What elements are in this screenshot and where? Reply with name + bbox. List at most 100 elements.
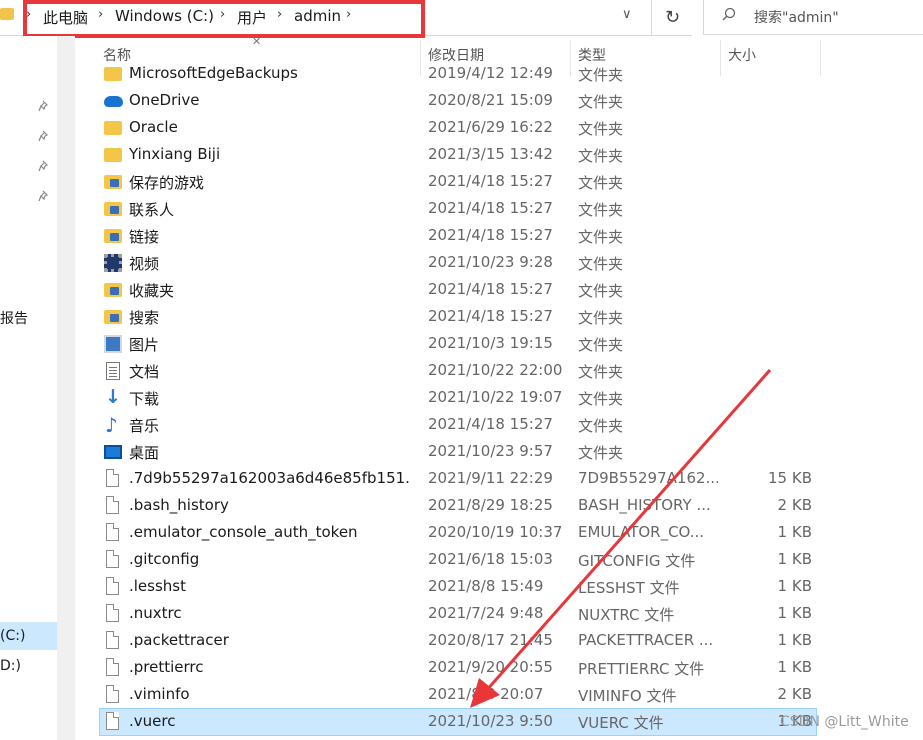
file-row[interactable]: 音乐 2021/4/18 15:27 文件夹: [100, 412, 816, 438]
file-row[interactable]: 保存的游戏 2021/4/18 15:27 文件夹: [100, 169, 816, 195]
file-date: 2021/10/22 22:00: [428, 361, 563, 379]
chevron-right-icon[interactable]: ›: [26, 7, 31, 22]
pin-icon: [38, 130, 50, 145]
close-icon[interactable]: ✕: [252, 35, 261, 48]
chevron-right-icon[interactable]: ›: [220, 7, 225, 22]
breadcrumb-admin[interactable]: admin: [294, 7, 341, 25]
chevron-right-icon[interactable]: ›: [277, 7, 282, 22]
file-type: 文件夹: [578, 147, 624, 165]
file-name: 联系人: [129, 201, 175, 219]
file-date: 2021/4/18 15:27: [428, 280, 553, 298]
file-name: MicrosoftEdgeBackups: [129, 64, 298, 82]
pin-icon: [38, 190, 50, 205]
chevron-right-icon[interactable]: ›: [98, 7, 103, 22]
file-row[interactable]: Oracle 2021/6/29 16:22 文件夹: [100, 115, 816, 141]
file-name: .emulator_console_auth_token: [129, 523, 358, 541]
file-type: 文件夹: [578, 228, 624, 246]
file-size: 1 KB: [777, 631, 812, 649]
favorites-icon: [104, 283, 122, 297]
file-date: 2021/10/23 9:57: [428, 442, 553, 460]
breadcrumb-drive-c[interactable]: Windows (C:): [115, 7, 214, 25]
file-name: 音乐: [129, 417, 160, 435]
file-name: .lesshst: [129, 577, 186, 595]
file-row[interactable]: MicrosoftEdgeBackups 2019/4/12 12:49 文件夹: [100, 61, 816, 87]
file-type: 文件夹: [578, 417, 624, 435]
file-row[interactable]: .packettracer 2020/8/17 21:45 PACKETTRACER…: [100, 628, 816, 654]
file-icon: [106, 685, 119, 703]
file-type: LESSHST 文件: [578, 579, 680, 597]
list-scrollbar[interactable]: [905, 36, 923, 740]
file-date: 2021/4/18 15:27: [428, 307, 553, 325]
history-dropdown-icon[interactable]: ∨: [622, 7, 632, 22]
file-name: .gitconfig: [129, 550, 200, 568]
file-name: .prettierrc: [129, 658, 204, 676]
pin-icon: [38, 160, 50, 175]
file-date: 2021/10/23 9:50: [428, 712, 553, 730]
file-row[interactable]: Yinxiang Biji 2021/3/15 13:42 文件夹: [100, 142, 816, 168]
file-row[interactable]: .nuxtrc 2021/7/24 9:48 NUXTRC 文件 1 KB: [100, 601, 816, 627]
pin-icon: [38, 100, 50, 115]
file-row[interactable]: .emulator_console_auth_token 2020/10/19 1…: [100, 520, 816, 546]
file-type: NUXTRC 文件: [578, 606, 675, 624]
file-row[interactable]: 文档 2021/10/22 22:00 文件夹: [100, 358, 816, 384]
file-type: 文件夹: [578, 282, 624, 300]
nav-item-drive-c[interactable]: (C:): [0, 628, 25, 644]
file-name: .7d9b55297a162003a6d46e85fb151...: [129, 469, 409, 487]
file-size: 2 KB: [777, 496, 812, 514]
file-row[interactable]: .viminfo 2021/8/8 20:07 VIMINFO 文件 2 KB: [100, 682, 816, 708]
file-date: 2021/6/18 15:03: [428, 550, 553, 568]
nav-item-drive-d[interactable]: D:): [0, 658, 21, 674]
file-date: 2021/9/20 20:55: [428, 658, 553, 676]
file-name: 桌面: [129, 444, 160, 462]
file-type: 文件夹: [578, 255, 624, 273]
file-type: VUERC 文件: [578, 714, 664, 732]
file-date: 2020/8/21 15:09: [428, 91, 553, 109]
file-row[interactable]: OneDrive 2020/8/21 15:09 文件夹: [100, 88, 816, 114]
file-type: GITCONFIG 文件: [578, 552, 696, 570]
folder-icon: [104, 67, 122, 81]
file-date: 2021/4/18 15:27: [428, 172, 553, 190]
links-icon: [104, 229, 122, 243]
refresh-button[interactable]: ↻: [651, 0, 693, 35]
file-row[interactable]: 桌面 2021/10/23 9:57 文件夹: [100, 439, 816, 465]
file-name: .bash_history: [129, 496, 229, 514]
folder-icon: [104, 121, 122, 135]
search-input[interactable]: 搜索"admin": [703, 0, 923, 35]
file-row[interactable]: .vuerc 2021/10/23 9:50 VUERC 文件 1 KB: [99, 708, 817, 736]
file-row[interactable]: .7d9b55297a162003a6d46e85fb151... 2021/9/…: [100, 466, 816, 492]
file-row[interactable]: 下载 2021/10/22 19:07 文件夹: [100, 385, 816, 411]
video-icon: [104, 254, 122, 272]
file-row[interactable]: .bash_history 2021/8/29 18:25 BASH_HISTORY…: [100, 493, 816, 519]
file-row[interactable]: .lesshst 2021/8/8 15:49 LESSHST 文件 1 KB: [100, 574, 816, 600]
chevron-right-icon[interactable]: ›: [346, 7, 351, 22]
search-placeholder: 搜索"admin": [754, 10, 839, 26]
file-name: .vuerc: [129, 712, 176, 730]
file-date: 2021/4/18 15:27: [428, 199, 553, 217]
file-type: 文件夹: [578, 444, 624, 462]
file-type: 文件夹: [578, 93, 624, 111]
file-row[interactable]: 图片 2021/10/3 19:15 文件夹: [100, 331, 816, 357]
file-date: 2021/8/8 15:49: [428, 577, 544, 595]
breadcrumb-users[interactable]: 用户: [237, 7, 267, 28]
file-row[interactable]: 链接 2021/4/18 15:27 文件夹: [100, 223, 816, 249]
file-date: 2021/8/8 20:07: [428, 685, 544, 703]
file-date: 2021/10/3 19:15: [428, 334, 553, 352]
nav-scrollbar[interactable]: [57, 36, 75, 740]
file-name: 搜索: [129, 309, 160, 327]
column-divider[interactable]: [820, 40, 821, 76]
file-row[interactable]: 收藏夹 2021/4/18 15:27 文件夹: [100, 277, 816, 303]
breadcrumb-this-pc[interactable]: 此电脑: [43, 7, 88, 28]
nav-item-reports[interactable]: 报告: [0, 308, 28, 328]
file-row[interactable]: .prettierrc 2021/9/20 20:55 PRETTIERRC 文件 1…: [100, 655, 816, 681]
file-row[interactable]: 搜索 2021/4/18 15:27 文件夹: [100, 304, 816, 330]
file-type: 文件夹: [578, 174, 624, 192]
file-icon: [106, 712, 119, 730]
file-name: Yinxiang Biji: [129, 145, 221, 163]
address-bar[interactable]: › 此电脑 › Windows (C:) › 用户 › admin › ∨: [0, 0, 692, 36]
file-icon: [106, 577, 119, 595]
file-row[interactable]: 联系人 2021/4/18 15:27 文件夹: [100, 196, 816, 222]
file-name: Oracle: [129, 118, 178, 136]
file-row[interactable]: .gitconfig 2021/6/18 15:03 GITCONFIG 文件 1 K…: [100, 547, 816, 573]
file-row[interactable]: 视频 2021/10/23 9:28 文件夹: [100, 250, 816, 276]
file-type: 文件夹: [578, 201, 624, 219]
